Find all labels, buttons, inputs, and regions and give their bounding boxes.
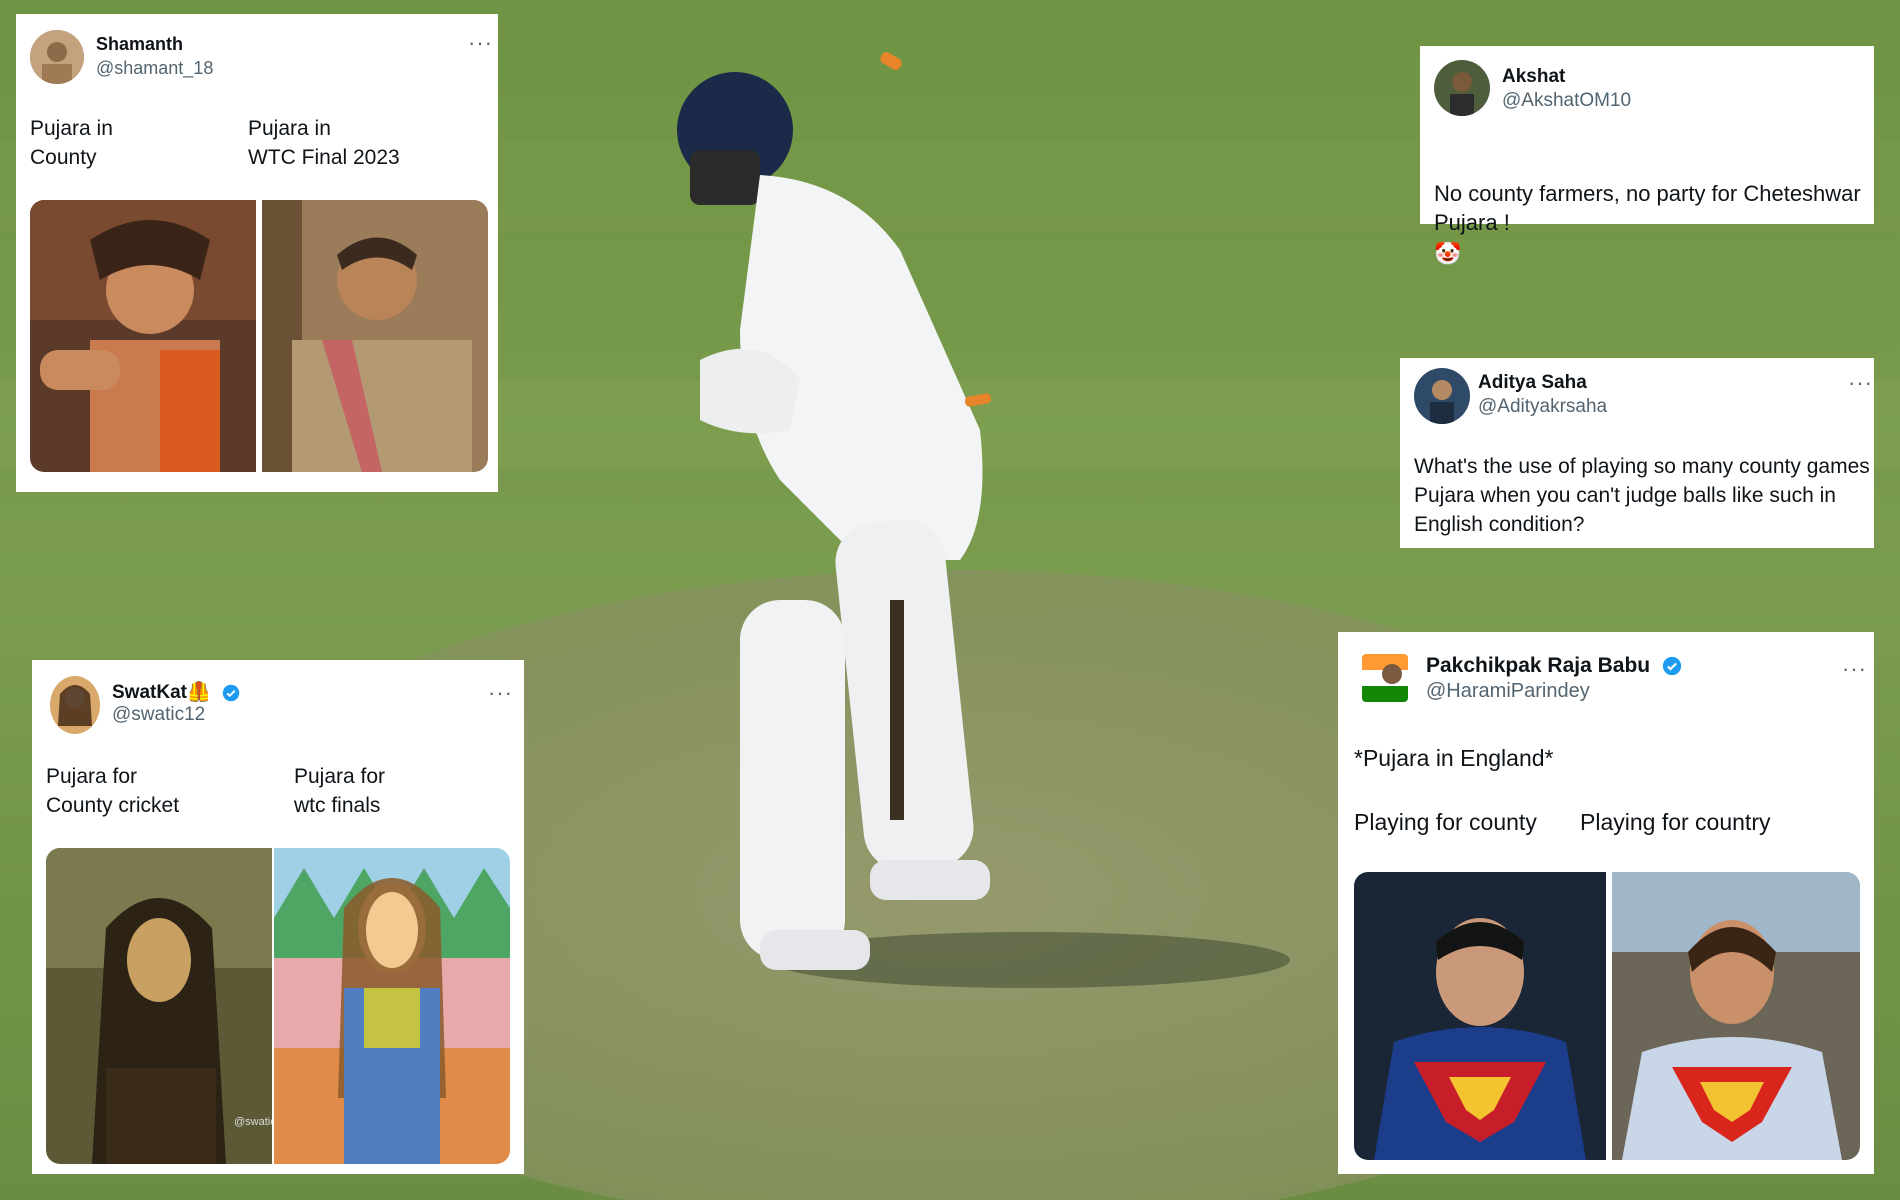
display-name[interactable]: Akshat [1502, 66, 1565, 88]
tweet-text: No county farmers, no party for Cheteshw… [1434, 150, 1861, 268]
meme-image-left[interactable] [30, 200, 256, 472]
avatar-image-icon [1434, 60, 1490, 116]
name-emoji-icon: 🦺 [186, 682, 211, 703]
display-name-text: SwatKat [112, 682, 187, 703]
avatar[interactable] [1362, 654, 1408, 702]
tweet-card-akshat[interactable]: Akshat @AkshatOM10 No county farmers, no… [1420, 46, 1874, 266]
caption-left: Pujara in County [30, 117, 113, 169]
meme-image-left[interactable]: @swatic [46, 848, 272, 1164]
user-handle[interactable]: @swatic12 [112, 704, 205, 726]
verified-badge-icon [1662, 657, 1682, 676]
caption-left: Pujara for County cricket [46, 765, 180, 817]
tweet-text-body: No county farmers, no party for Cheteshw… [1434, 181, 1861, 235]
user-handle[interactable]: @Adityakrsaha [1478, 396, 1607, 418]
caption-left: Playing for county [1354, 809, 1537, 835]
avatar-image-icon [50, 676, 100, 734]
avatar[interactable] [30, 30, 84, 84]
meme-image-right[interactable] [274, 848, 510, 1164]
display-name[interactable]: Pakchikpak Raja Babu [1426, 654, 1682, 678]
avatar[interactable] [1414, 368, 1470, 424]
avatar-image-icon [1362, 654, 1408, 702]
caption-right: Playing for country [1580, 809, 1771, 835]
caption-right: Pujara for wtc finals [294, 765, 386, 817]
more-horizontal-icon[interactable]: ··· [1848, 372, 1873, 394]
user-handle[interactable]: @shamant_18 [96, 58, 213, 79]
more-horizontal-icon[interactable]: ··· [488, 682, 513, 704]
clown-emoji-icon: 🤡 [1434, 240, 1462, 266]
verified-badge-icon [222, 684, 240, 702]
tweet-card-aditya-saha[interactable]: Aditya Saha @Adityakrsaha ··· What's the… [1400, 358, 1874, 548]
display-name[interactable]: Aditya Saha [1478, 372, 1587, 394]
meme-image-right[interactable] [262, 200, 488, 472]
avatar[interactable] [50, 676, 100, 734]
avatar[interactable] [1434, 60, 1490, 116]
more-horizontal-icon[interactable]: ··· [468, 32, 493, 54]
more-horizontal-icon[interactable]: ··· [1842, 658, 1867, 680]
meme-image-left[interactable] [1354, 872, 1606, 1160]
tweet-text: *Pujara in England* [1354, 745, 1554, 771]
avatar-image-icon [1414, 368, 1470, 424]
user-handle[interactable]: @AkshatOM10 [1502, 90, 1631, 112]
tweet-card-pakchikpak[interactable]: Pakchikpak Raja Babu @HaramiParindey ···… [1338, 632, 1874, 1174]
watermark: @swatic [234, 1116, 272, 1128]
avatar-image-icon [30, 30, 84, 84]
display-name[interactable]: SwatKat🦺 [112, 680, 240, 704]
meme-image-right[interactable] [1612, 872, 1860, 1160]
user-handle[interactable]: @HaramiParindey [1426, 680, 1590, 703]
display-name-text: Pakchikpak Raja Babu [1426, 654, 1651, 677]
tweet-card-swatkat[interactable]: SwatKat🦺 @swatic12 ··· Pujara for County… [32, 660, 524, 1174]
caption-right: Pujara in WTC Final 2023 [248, 117, 400, 169]
tweet-text: What's the use of playing so many county… [1414, 455, 1870, 536]
display-name[interactable]: Shamanth [96, 34, 183, 55]
tweet-card-shamanth[interactable]: Shamanth @shamant_18 ··· Pujara in Count… [16, 14, 498, 492]
